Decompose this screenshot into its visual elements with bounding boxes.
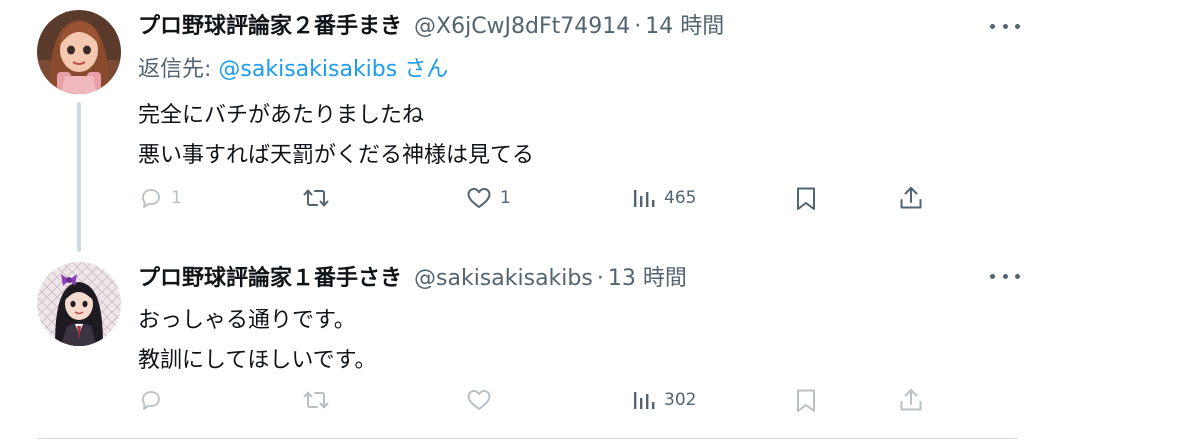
- retweet-icon: [303, 391, 329, 409]
- reply-to-label: 返信先:: [138, 57, 219, 82]
- timestamp[interactable]: 14 時間: [645, 8, 724, 40]
- tweet-divider: [37, 438, 1018, 439]
- avatar[interactable]: [37, 10, 121, 94]
- view-count: 302: [664, 390, 697, 410]
- more-dots-icon[interactable]: [990, 16, 1020, 36]
- reply-button[interactable]: [139, 388, 163, 412]
- tweet-text-line: 完全にバチがあたりましたね: [138, 103, 425, 128]
- avatar[interactable]: [37, 262, 121, 346]
- reply-icon: [142, 391, 160, 410]
- reply-count: 1: [171, 188, 182, 208]
- share-icon: [900, 187, 922, 209]
- reply-to-line: 返信先: @sakisakisakibs さん: [138, 51, 448, 83]
- views-chart-icon: [634, 392, 655, 409]
- avatar-image: [37, 10, 121, 94]
- reply-button[interactable]: 1: [139, 186, 182, 210]
- more-dots-icon[interactable]: [990, 266, 1020, 286]
- tweet-1[interactable]: プロ野球評論家２番手まき @X6jCwJ8dFt74914 · 14 時間 返信…: [0, 0, 1200, 252]
- tweet-header: プロ野球評論家１番手さき @sakisakisakibs · 13 時間: [138, 260, 687, 292]
- views-button[interactable]: 465: [632, 186, 696, 210]
- like-button[interactable]: [466, 388, 492, 412]
- bookmark-icon: [797, 389, 815, 412]
- retweet-button[interactable]: [302, 186, 338, 210]
- separator-dot: ·: [596, 266, 604, 291]
- like-count: 1: [500, 188, 511, 208]
- user-handle[interactable]: @X6jCwJ8dFt74914: [414, 14, 630, 39]
- retweet-button[interactable]: [302, 388, 330, 412]
- separator-dot: ·: [634, 14, 642, 39]
- reply-mention-link[interactable]: @sakisakisakibs: [218, 57, 397, 82]
- tweet-2[interactable]: プロ野球評論家１番手さき @sakisakisakibs · 13 時間 おっし…: [0, 250, 1200, 440]
- timestamp[interactable]: 13 時間: [608, 260, 687, 292]
- tweet-header: プロ野球評論家２番手まき @X6jCwJ8dFt74914 · 14 時間: [138, 8, 724, 40]
- avatar-image: [37, 262, 121, 346]
- bookmark-icon: [797, 187, 815, 210]
- view-count: 465: [664, 188, 697, 208]
- share-icon: [900, 389, 922, 411]
- thread-connector-line: [77, 102, 81, 252]
- bookmark-button[interactable]: [795, 186, 817, 212]
- reply-icon: [142, 189, 160, 208]
- user-handle[interactable]: @sakisakisakibs: [414, 266, 593, 291]
- tweet-text-line: 悪い事すれば天罰がくだる神様は見てる: [138, 143, 535, 168]
- views-chart-icon: [634, 190, 655, 207]
- retweet-icon: [303, 189, 329, 207]
- share-button[interactable]: [898, 387, 924, 413]
- reply-suffix: さん: [397, 57, 449, 82]
- bookmark-button[interactable]: [795, 388, 817, 414]
- views-button[interactable]: 302: [632, 388, 696, 412]
- display-name[interactable]: プロ野球評論家２番手まき: [138, 8, 402, 40]
- tweet-text-line: 教訓にしてほしいです。: [138, 348, 377, 373]
- heart-icon: [467, 390, 491, 410]
- display-name[interactable]: プロ野球評論家１番手さき: [138, 260, 402, 292]
- tweet-text-line: おっしゃる通りです。: [138, 308, 356, 333]
- heart-icon: [467, 188, 491, 208]
- share-button[interactable]: [898, 185, 924, 211]
- like-button[interactable]: 1: [466, 186, 511, 210]
